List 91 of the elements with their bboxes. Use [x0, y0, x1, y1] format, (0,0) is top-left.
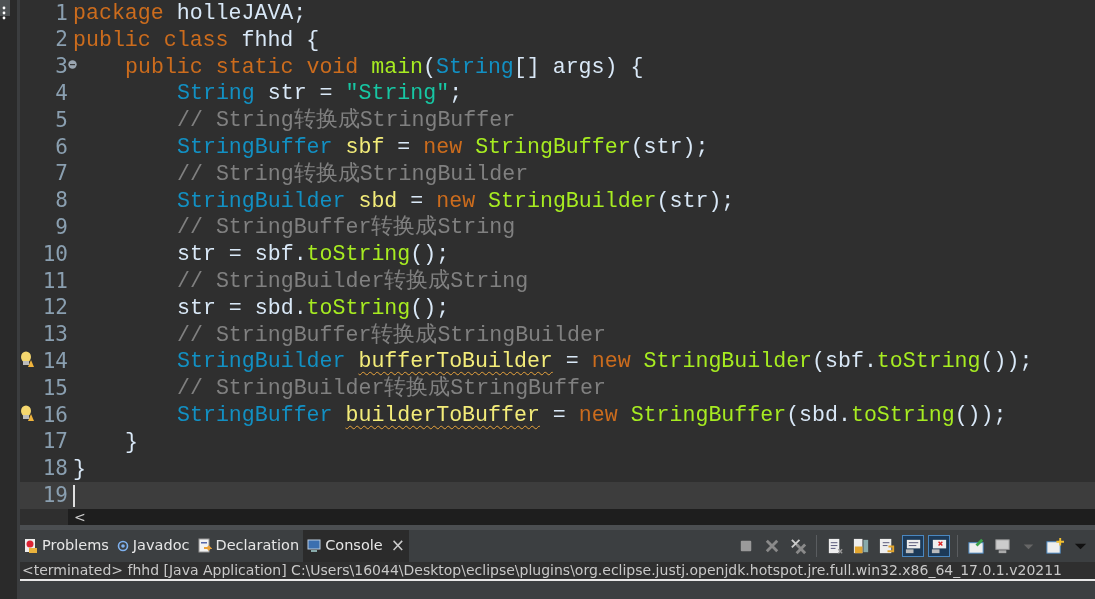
- panel-tab[interactable]: Console ×: [303, 530, 409, 562]
- scroll-left-arrow[interactable]: <: [74, 509, 86, 525]
- code-comment: // StringBuffer转换成String: [177, 215, 516, 240]
- line-number: 9: [55, 214, 68, 242]
- line-number: 7: [55, 160, 68, 188]
- code-token: (sbf.: [812, 349, 877, 374]
- code-token: new: [591, 349, 631, 374]
- line-number: 8: [55, 187, 68, 215]
- code-token: StringBuilder: [488, 188, 657, 213]
- code-token: (str);: [630, 135, 709, 159]
- new-console-icon[interactable]: [1043, 535, 1065, 557]
- code-token: str = sbd.: [177, 295, 307, 320]
- line-number: 5: [55, 106, 68, 134]
- line-number: 14: [42, 348, 68, 375]
- code-token: public static void: [125, 54, 359, 79]
- code-token: ();: [410, 242, 450, 267]
- code-token: StringBuffer: [177, 135, 333, 159]
- panel-tab[interactable]: Javadoc: [112, 530, 194, 562]
- code-token: String: [177, 81, 255, 106]
- declaration-icon: [197, 538, 212, 554]
- line-number: 19: [42, 482, 68, 509]
- code-token: (str);: [656, 188, 735, 213]
- line-number: 15: [42, 374, 68, 402]
- code-token: new: [436, 188, 476, 213]
- code-token: ();: [410, 295, 450, 320]
- code-token: [] args) {: [513, 54, 644, 79]
- code-token: StringBuilder: [643, 349, 813, 374]
- panel-tab[interactable]: Declaration: [193, 530, 304, 562]
- collapse-icon[interactable]: [68, 60, 77, 70]
- code-comment: // StringBuilder转换成String: [177, 268, 529, 293]
- code-token: str = sbf.: [177, 242, 307, 267]
- code-comment: // String转换成StringBuffer: [177, 108, 516, 133]
- code-token: str =: [267, 81, 333, 106]
- code-comment: // StringBuilder转换成StringBuffer: [177, 376, 606, 401]
- code-token: new: [423, 135, 463, 159]
- warning-lightbulb-icon[interactable]: [20, 351, 34, 368]
- line-number: 2: [55, 26, 68, 54]
- line-number: 13: [42, 321, 68, 349]
- line-number: 12: [42, 294, 68, 322]
- code-comment: // StringBuffer转换成StringBuilder: [177, 322, 606, 347]
- code-token: toString: [306, 295, 411, 320]
- code-token: sbd: [358, 188, 398, 213]
- code-token: String: [436, 54, 514, 79]
- code-token: main: [371, 54, 424, 79]
- code-token: StringBuffer: [630, 402, 787, 427]
- code-token: =: [397, 135, 411, 159]
- code-token: =: [552, 402, 566, 427]
- show-error-icon[interactable]: [928, 535, 950, 557]
- code-token: (sbd.: [786, 402, 851, 427]
- code-token: sbf: [345, 135, 385, 159]
- warning-lightbulb-icon[interactable]: [20, 404, 34, 422]
- code-token: public class: [73, 27, 229, 52]
- code-token: builderToBuffer: [345, 402, 540, 427]
- show-output-icon[interactable]: [902, 535, 924, 557]
- line-number: 3: [55, 53, 68, 81]
- code-comment: // String转换成StringBuilder: [177, 161, 529, 186]
- code-token: toString: [876, 349, 981, 374]
- code-token: StringBuilder: [177, 349, 346, 374]
- text-cursor: [73, 484, 75, 507]
- code-token: ());: [980, 349, 1033, 374]
- line-number: 11: [42, 267, 68, 295]
- line-number: 1: [55, 0, 68, 27]
- code-token: =: [565, 349, 579, 374]
- line-number: 16: [42, 401, 68, 429]
- code-token: StringBuffer: [475, 135, 631, 159]
- code-token: =: [410, 188, 424, 213]
- code-token: }: [125, 429, 138, 454]
- problems-icon: [24, 538, 38, 554]
- line-number: 17: [42, 428, 68, 456]
- code-token: toString: [306, 242, 411, 267]
- close-icon[interactable]: ×: [390, 533, 405, 559]
- code-token: "String": [345, 81, 450, 106]
- panel-tab[interactable]: Problems: [20, 530, 113, 562]
- code-token: }: [73, 456, 86, 481]
- javadoc-icon: [116, 539, 129, 553]
- code-token: fhhd {: [241, 27, 320, 52]
- code-token: ());: [954, 402, 1007, 427]
- line-number: 4: [55, 80, 68, 108]
- line-number: 10: [42, 240, 68, 268]
- code-token: StringBuffer: [177, 402, 333, 427]
- code-token: bufferToBuilder: [358, 349, 553, 374]
- code-token: new: [578, 402, 618, 427]
- code-token: StringBuilder: [177, 188, 346, 213]
- console-icon: [307, 539, 322, 553]
- code-token: (: [423, 54, 437, 79]
- code-token: package: [73, 1, 164, 25]
- code-token: ;: [449, 81, 463, 106]
- line-number: 6: [55, 133, 68, 161]
- code-token: holleJAVA;: [176, 1, 307, 25]
- line-number: 18: [42, 455, 68, 483]
- code-token: toString: [850, 402, 955, 427]
